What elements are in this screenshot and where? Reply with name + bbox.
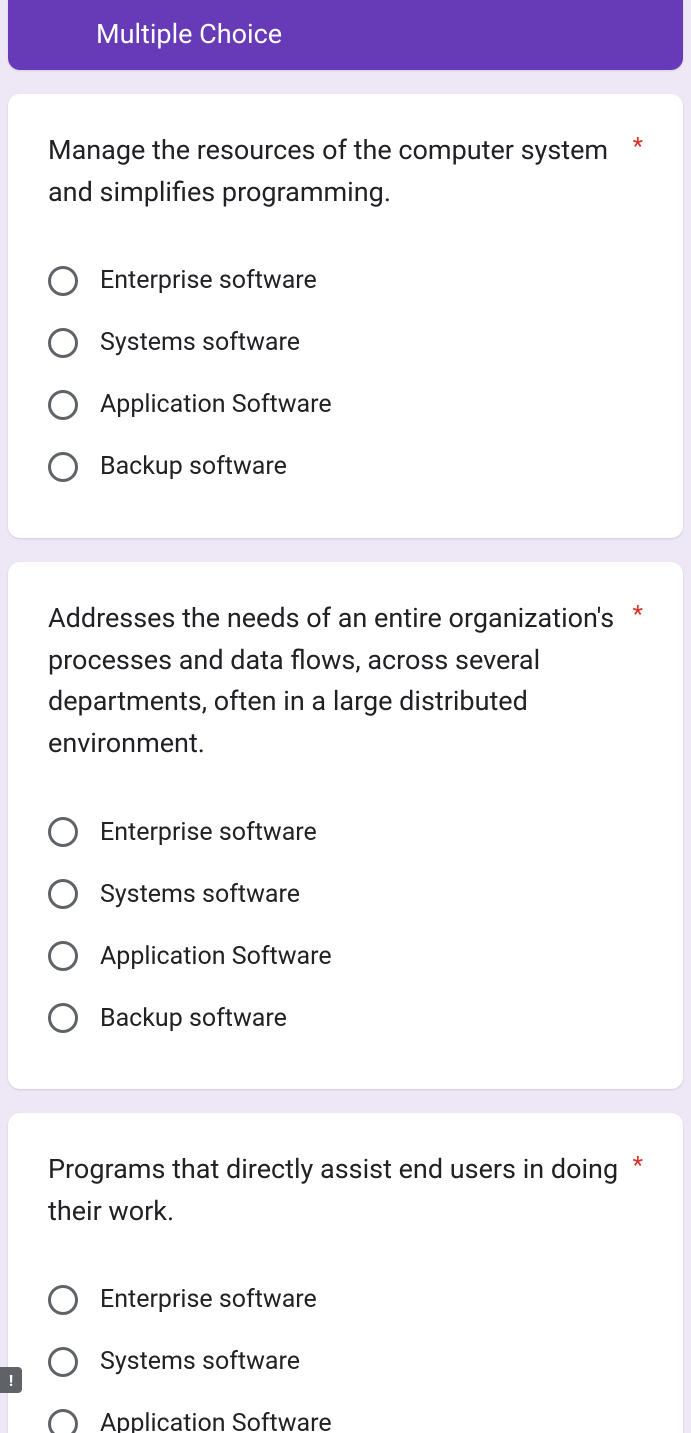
- option-label: Backup software: [100, 1004, 287, 1033]
- radio-option[interactable]: Backup software: [48, 987, 643, 1049]
- radio-option[interactable]: Enterprise software: [48, 250, 643, 312]
- options-group: Enterprise software Systems software App…: [48, 1269, 643, 1433]
- form-page: Multiple Choice Manage the resources of …: [0, 0, 691, 1433]
- option-label: Systems software: [100, 1347, 300, 1376]
- radio-icon: [48, 1003, 78, 1033]
- option-label: Enterprise software: [100, 266, 317, 295]
- option-label: Systems software: [100, 328, 300, 357]
- radio-option[interactable]: Systems software: [48, 312, 643, 374]
- question-row: Programs that directly assist end users …: [48, 1149, 643, 1233]
- section-header: Multiple Choice: [8, 0, 683, 70]
- required-asterisk: *: [633, 598, 643, 626]
- question-text: Addresses the needs of an entire organiz…: [48, 598, 619, 765]
- radio-option[interactable]: Application Software: [48, 374, 643, 436]
- option-label: Systems software: [100, 880, 300, 909]
- radio-icon: [48, 452, 78, 482]
- option-label: Application Software: [100, 1409, 332, 1433]
- options-group: Enterprise software Systems software App…: [48, 250, 643, 498]
- option-label: Enterprise software: [100, 1285, 317, 1314]
- option-label: Backup software: [100, 452, 287, 481]
- radio-option[interactable]: Application Software: [48, 1393, 643, 1433]
- radio-icon: [48, 1409, 78, 1433]
- option-label: Application Software: [100, 390, 332, 419]
- required-asterisk: *: [633, 130, 643, 158]
- radio-icon: [48, 879, 78, 909]
- question-text: Manage the resources of the computer sys…: [48, 130, 619, 214]
- options-group: Enterprise software Systems software App…: [48, 801, 643, 1049]
- radio-icon: [48, 266, 78, 296]
- radio-icon: [48, 941, 78, 971]
- required-asterisk: *: [633, 1149, 643, 1177]
- question-card: Manage the resources of the computer sys…: [8, 94, 683, 538]
- radio-icon: [48, 817, 78, 847]
- radio-option[interactable]: Enterprise software: [48, 801, 643, 863]
- error-flag-label: !: [9, 1371, 13, 1390]
- radio-option[interactable]: Application Software: [48, 925, 643, 987]
- radio-icon: [48, 1347, 78, 1377]
- question-card: Programs that directly assist end users …: [8, 1113, 683, 1433]
- radio-icon: [48, 390, 78, 420]
- radio-option[interactable]: Enterprise software: [48, 1269, 643, 1331]
- question-card: Addresses the needs of an entire organiz…: [8, 562, 683, 1089]
- radio-option[interactable]: Systems software: [48, 863, 643, 925]
- error-flag-icon[interactable]: !: [0, 1367, 22, 1393]
- radio-icon: [48, 328, 78, 358]
- section-title: Multiple Choice: [96, 18, 282, 50]
- question-row: Addresses the needs of an entire organiz…: [48, 598, 643, 765]
- question-row: Manage the resources of the computer sys…: [48, 130, 643, 214]
- radio-option[interactable]: Backup software: [48, 436, 643, 498]
- radio-option[interactable]: Systems software: [48, 1331, 643, 1393]
- option-label: Application Software: [100, 942, 332, 971]
- question-text: Programs that directly assist end users …: [48, 1149, 619, 1233]
- option-label: Enterprise software: [100, 818, 317, 847]
- radio-icon: [48, 1285, 78, 1315]
